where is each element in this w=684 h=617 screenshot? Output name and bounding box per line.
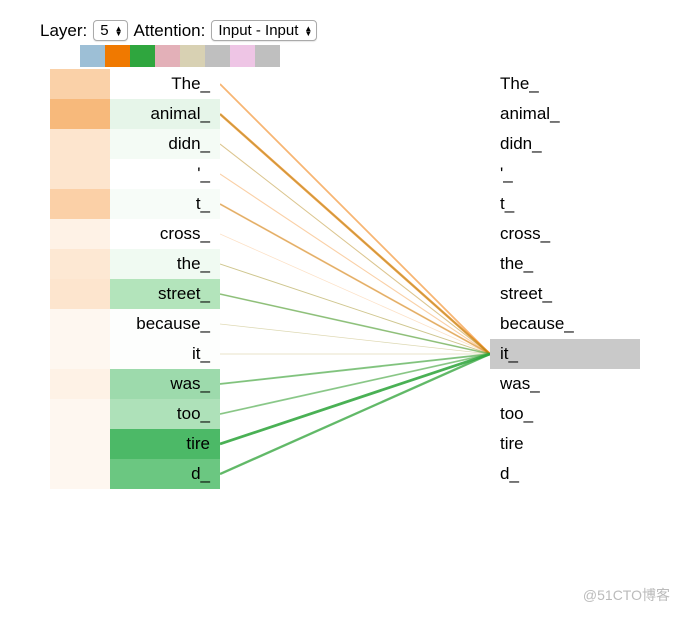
intensity-bar <box>50 369 110 399</box>
head-swatch[interactable] <box>155 45 180 67</box>
intensity-bar <box>50 339 110 369</box>
head-swatch[interactable] <box>230 45 255 67</box>
right-token[interactable]: The_ <box>490 69 640 99</box>
head-swatch[interactable] <box>105 45 130 67</box>
left-token[interactable]: t_ <box>110 189 220 219</box>
watermark: @51CTO博客 <box>583 585 670 605</box>
attention-line <box>220 84 490 354</box>
attention-line <box>220 354 490 474</box>
intensity-bar <box>50 129 110 159</box>
updown-icon: ▲▼ <box>115 26 123 36</box>
left-token[interactable]: cross_ <box>110 219 220 249</box>
updown-icon: ▲▼ <box>304 26 312 36</box>
intensity-bar <box>50 69 110 99</box>
left-token[interactable]: it_ <box>110 339 220 369</box>
left-token[interactable]: because_ <box>110 309 220 339</box>
attention-line <box>220 354 490 384</box>
intensity-bar <box>50 279 110 309</box>
intensity-bar <box>50 189 110 219</box>
right-token[interactable]: street_ <box>490 279 640 309</box>
intensity-bar <box>50 309 110 339</box>
right-token[interactable]: it_ <box>490 339 640 369</box>
right-token[interactable]: t_ <box>490 189 640 219</box>
left-token[interactable]: The_ <box>110 69 220 99</box>
right-token[interactable]: tire <box>490 429 640 459</box>
attention-line <box>220 354 490 444</box>
intensity-bar <box>50 429 110 459</box>
right-token[interactable]: d_ <box>490 459 640 489</box>
left-token[interactable]: animal_ <box>110 99 220 129</box>
left-token[interactable]: didn_ <box>110 129 220 159</box>
right-token[interactable]: didn_ <box>490 129 640 159</box>
attention-line <box>220 264 490 354</box>
attention-line <box>220 324 490 354</box>
intensity-bar <box>50 99 110 129</box>
right-token-column: The_animal_didn_'_t_cross_the_street_bec… <box>490 69 640 489</box>
head-swatch[interactable] <box>255 45 280 67</box>
layer-select[interactable]: 5 ▲▼ <box>93 20 127 41</box>
attention-select[interactable]: Input - Input ▲▼ <box>211 20 317 41</box>
head-swatch[interactable] <box>205 45 230 67</box>
left-token[interactable]: too_ <box>110 399 220 429</box>
right-token[interactable]: '_ <box>490 159 640 189</box>
attention-viz: The_animal_didn_'_t_cross_the_street_bec… <box>20 69 664 589</box>
left-token[interactable]: street_ <box>110 279 220 309</box>
attention-line <box>220 294 490 354</box>
intensity-bar <box>50 249 110 279</box>
attention-line <box>220 354 490 414</box>
attention-line <box>220 234 490 354</box>
attention-line <box>220 204 490 354</box>
attention-line <box>220 114 490 354</box>
head-swatch[interactable] <box>80 45 105 67</box>
left-token-column: The_animal_didn_'_t_cross_the_street_bec… <box>110 69 220 489</box>
head-color-swatches <box>80 45 664 67</box>
right-token[interactable]: the_ <box>490 249 640 279</box>
layer-label: Layer: <box>40 21 87 41</box>
attention-lines-svg <box>220 69 490 589</box>
right-token[interactable]: too_ <box>490 399 640 429</box>
intensity-bar <box>50 159 110 189</box>
left-token[interactable]: '_ <box>110 159 220 189</box>
right-token[interactable]: because_ <box>490 309 640 339</box>
right-token[interactable]: animal_ <box>490 99 640 129</box>
left-token[interactable]: the_ <box>110 249 220 279</box>
intensity-bar <box>50 399 110 429</box>
right-token[interactable]: was_ <box>490 369 640 399</box>
intensity-bar <box>50 219 110 249</box>
attention-line <box>220 174 490 354</box>
attention-line <box>220 144 490 354</box>
layer-select-value: 5 <box>98 22 110 39</box>
head-swatch[interactable] <box>180 45 205 67</box>
head-swatch[interactable] <box>130 45 155 67</box>
left-token[interactable]: was_ <box>110 369 220 399</box>
attention-label: Attention: <box>134 21 206 41</box>
left-token[interactable]: tire <box>110 429 220 459</box>
attention-select-value: Input - Input <box>216 22 300 39</box>
right-token[interactable]: cross_ <box>490 219 640 249</box>
intensity-bar <box>50 459 110 489</box>
left-intensity-bars <box>50 69 110 489</box>
left-token[interactable]: d_ <box>110 459 220 489</box>
